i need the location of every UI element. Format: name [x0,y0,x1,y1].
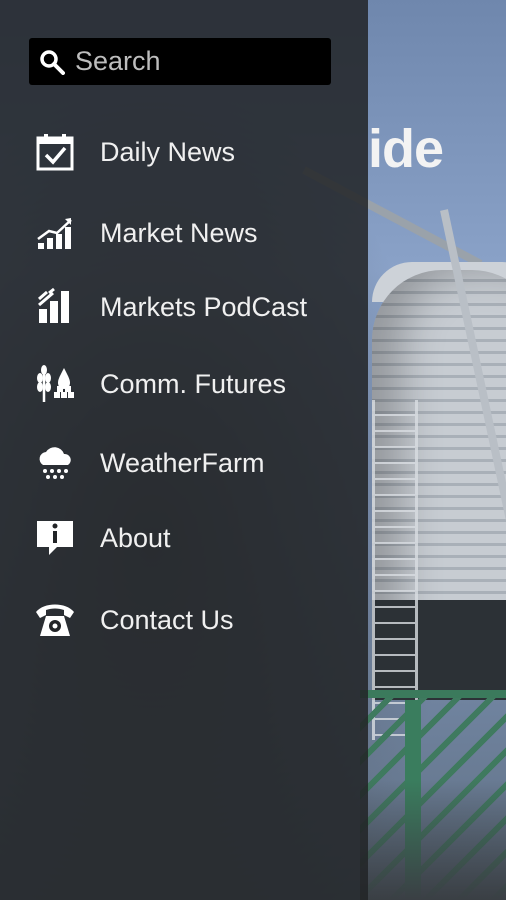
menu-item-label: Daily News [100,136,236,167]
calendar-check-icon [34,131,76,173]
menu-item-weatherfarm[interactable]: WeatherFarm [0,433,368,493]
search-bar[interactable] [29,38,429,85]
menu-item-label: Comm. Futures [100,368,287,399]
menu-item-label: Market News [100,217,258,248]
menu-item-label: WeatherFarm [100,447,265,478]
brand-logo-fragment: ide [368,119,444,179]
rain-cloud-icon [34,442,76,484]
wheat-oil-icon [34,363,76,405]
navigation-drawer: Daily News Market News [0,0,429,900]
bar-chart-trend-icon [34,212,76,254]
menu-item-markets-podcast[interactable]: Markets PodCast [0,277,368,337]
menu-item-contact-us[interactable]: Contact Us [0,590,368,650]
search-input[interactable] [75,41,429,82]
menu-item-about[interactable]: About [0,508,368,568]
menu-item-label: About [100,522,171,553]
bars-pattern-icon [34,286,76,328]
menu-item-market-news[interactable]: Market News [0,203,368,263]
telephone-icon [34,599,76,641]
search-icon[interactable] [39,49,65,75]
menu-item-label: Markets PodCast [100,291,308,322]
menu-item-daily-news[interactable]: Daily News [0,122,368,182]
menu-item-comm-futures[interactable]: Comm. Futures [0,354,368,414]
menu-item-label: Contact Us [100,604,234,635]
info-bubble-icon [34,517,76,559]
